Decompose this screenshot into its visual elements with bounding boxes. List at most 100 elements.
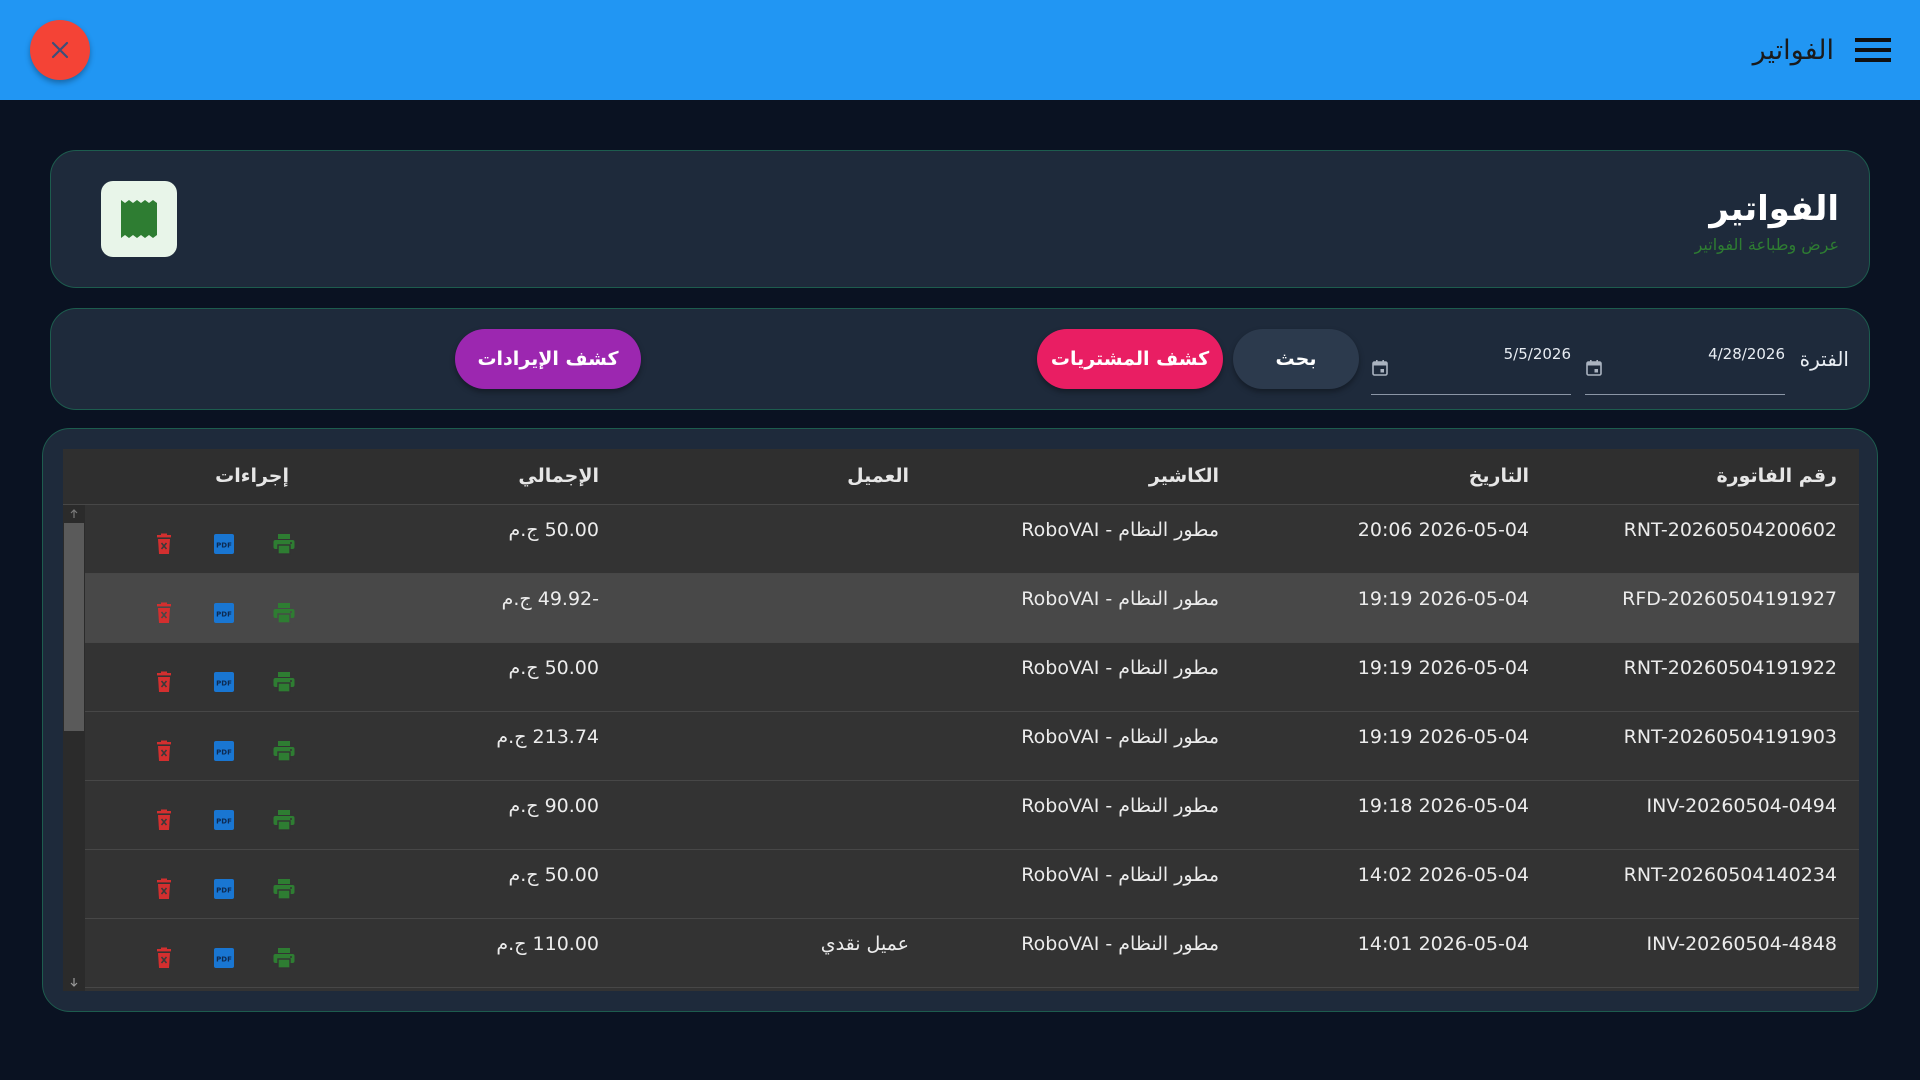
delete-button[interactable] <box>149 667 179 697</box>
cell-invoice-no: INV-20260504-0494 <box>1646 795 1837 817</box>
cell-cashier: مطور النظام - RoboVAI <box>1021 588 1219 610</box>
cell-cashier: مطور النظام - RoboVAI <box>1021 864 1219 886</box>
table-row[interactable]: INV-20260504-0494 2026-05-04 19:18 مطور … <box>85 781 1859 850</box>
invoices-table: رقم الفاتورة التاريخ الكاشير العميل الإج… <box>63 449 1859 991</box>
cell-cashier: مطور النظام - RoboVAI <box>1021 795 1219 817</box>
svg-text:PDF: PDF <box>216 611 232 619</box>
delete-icon <box>157 947 171 968</box>
print-icon <box>273 810 295 831</box>
cell-total: 213.74 ج.م <box>496 726 599 748</box>
delete-icon <box>157 809 171 830</box>
calendar-icon[interactable] <box>1585 359 1603 377</box>
page-title: الفواتير <box>1709 189 1839 229</box>
header-total: الإجمالي <box>518 465 599 487</box>
header-cashier: الكاشير <box>1148 465 1219 487</box>
pdf-button[interactable]: PDF <box>209 598 239 628</box>
row-actions: PDF <box>149 805 309 835</box>
pdf-button[interactable]: PDF <box>209 943 239 973</box>
cell-date: 2026-05-04 14:01 <box>1357 933 1529 955</box>
delete-icon <box>157 740 171 761</box>
header-actions: إجراءات <box>215 465 289 487</box>
table-header: رقم الفاتورة التاريخ الكاشير العميل الإج… <box>63 449 1859 505</box>
scrollbar-thumb[interactable] <box>64 523 84 731</box>
delete-button[interactable] <box>149 736 179 766</box>
page-subtitle: عرض وطباعة الفواتير <box>1694 235 1839 254</box>
cell-total: -49.92 ج.م <box>501 588 599 610</box>
print-button[interactable] <box>269 667 299 697</box>
header-client: العميل <box>847 465 909 487</box>
print-button[interactable] <box>269 805 299 835</box>
delete-button[interactable] <box>149 874 179 904</box>
filter-bar: الفترة 4/28/2026 5/5/2026 بحث كشف المشتر… <box>50 308 1870 410</box>
table-row[interactable]: RNT-20260504200602 2026-05-04 20:06 مطور… <box>85 505 1859 574</box>
delete-icon <box>157 533 171 554</box>
pdf-icon: PDF <box>214 603 234 623</box>
revenue-report-button[interactable]: كشف الإيرادات <box>455 329 641 389</box>
pdf-icon: PDF <box>214 672 234 692</box>
print-button[interactable] <box>269 598 299 628</box>
delete-icon <box>157 602 171 623</box>
cell-total: 50.00 ج.م <box>508 864 599 886</box>
print-icon <box>273 948 295 969</box>
calendar-icon[interactable] <box>1371 359 1389 377</box>
svg-text:PDF: PDF <box>216 542 232 550</box>
row-actions: PDF <box>149 529 309 559</box>
delete-button[interactable] <box>149 598 179 628</box>
table-row[interactable]: RNT-20260504140234 2026-05-04 14:02 مطور… <box>85 850 1859 919</box>
delete-button[interactable] <box>149 529 179 559</box>
delete-button[interactable] <box>149 943 179 973</box>
receipt-icon <box>121 200 157 238</box>
svg-text:PDF: PDF <box>216 749 232 757</box>
svg-text:PDF: PDF <box>216 887 232 895</box>
table-body: RNT-20260504200602 2026-05-04 20:06 مطور… <box>63 505 1859 991</box>
pdf-button[interactable]: PDF <box>209 874 239 904</box>
close-button[interactable] <box>30 20 90 80</box>
search-button[interactable]: بحث <box>1233 329 1359 389</box>
header-date: التاريخ <box>1468 465 1529 487</box>
cell-invoice-no: RFD-20260504191927 <box>1622 588 1837 610</box>
pdf-icon: PDF <box>214 810 234 830</box>
pdf-button[interactable]: PDF <box>209 805 239 835</box>
scroll-up-button[interactable] <box>63 505 85 523</box>
scroll-down-button[interactable] <box>63 973 85 991</box>
print-icon <box>273 879 295 900</box>
print-icon <box>273 534 295 555</box>
invoices-table-card: رقم الفاتورة التاريخ الكاشير العميل الإج… <box>42 428 1878 1012</box>
table-row[interactable]: RNT-20260504191903 2026-05-04 19:19 مطور… <box>85 712 1859 781</box>
table-row[interactable]: RNT-20260504191922 2026-05-04 19:19 مطور… <box>85 643 1859 712</box>
print-button[interactable] <box>269 529 299 559</box>
pdf-button[interactable]: PDF <box>209 667 239 697</box>
menu-button[interactable] <box>1848 25 1898 75</box>
table-row[interactable]: INV-20260504-4848 2026-05-04 14:01 مطور … <box>85 919 1859 988</box>
table-row[interactable]: RFD-20260504191927 2026-05-04 19:19 مطور… <box>85 574 1859 643</box>
pdf-button[interactable]: PDF <box>209 736 239 766</box>
cell-cashier: مطور النظام - RoboVAI <box>1021 657 1219 679</box>
print-button[interactable] <box>269 736 299 766</box>
print-button[interactable] <box>269 943 299 973</box>
arrow-up-icon <box>70 509 78 518</box>
delete-button[interactable] <box>149 805 179 835</box>
row-actions: PDF <box>149 598 309 628</box>
cell-total: 110.00 ج.م <box>496 933 599 955</box>
pdf-icon: PDF <box>214 741 234 761</box>
date-to-field[interactable]: 5/5/2026 <box>1371 339 1571 395</box>
row-actions: PDF <box>149 736 309 766</box>
purchases-report-button[interactable]: كشف المشتريات <box>1037 329 1223 389</box>
pdf-button[interactable]: PDF <box>209 529 239 559</box>
table-scrollbar[interactable] <box>63 505 85 991</box>
cell-date: 2026-05-04 19:19 <box>1357 657 1529 679</box>
pdf-icon: PDF <box>214 879 234 899</box>
print-button[interactable] <box>269 874 299 904</box>
svg-text:PDF: PDF <box>216 818 232 826</box>
cell-invoice-no: RNT-20260504200602 <box>1623 519 1837 541</box>
cell-date: 2026-05-04 19:19 <box>1357 726 1529 748</box>
cell-cashier: مطور النظام - RoboVAI <box>1021 933 1219 955</box>
cell-date: 2026-05-04 19:19 <box>1357 588 1529 610</box>
delete-icon <box>157 878 171 899</box>
date-from-field[interactable]: 4/28/2026 <box>1585 339 1785 395</box>
cell-total: 90.00 ج.م <box>508 795 599 817</box>
close-icon <box>51 41 69 59</box>
cell-cashier: مطور النظام - RoboVAI <box>1021 726 1219 748</box>
cell-invoice-no: RNT-20260504191903 <box>1623 726 1837 748</box>
cell-client: عميل نقدي <box>820 933 909 955</box>
